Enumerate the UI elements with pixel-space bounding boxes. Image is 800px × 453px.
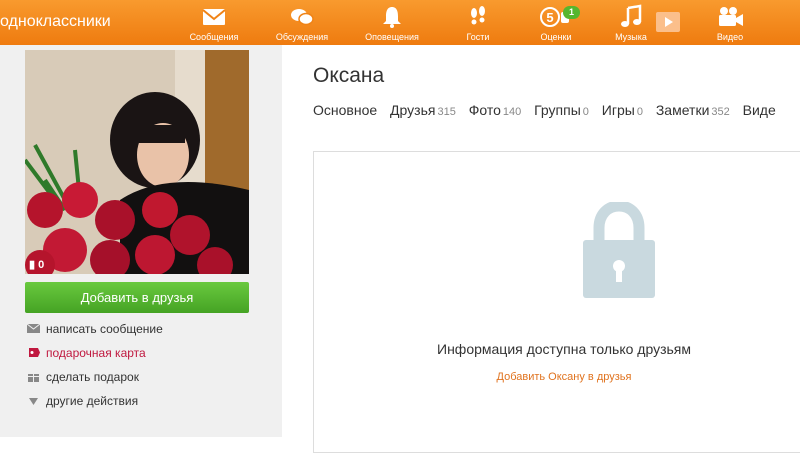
profile-name: Оксана (313, 64, 385, 87)
nav-guests[interactable]: Гости (443, 4, 513, 42)
add-to-friends-link[interactable]: Добавить Оксану в друзья (314, 371, 800, 383)
chat-bubbles-icon (291, 9, 314, 26)
tab-notes-label: Заметки (655, 102, 710, 118)
nav-video-label: Видео (716, 32, 744, 42)
nav-guests-label: Гости (466, 32, 490, 42)
music-note-icon (621, 4, 642, 27)
tab-games[interactable]: Игры 0 (602, 102, 643, 118)
profile-photo-image (25, 50, 249, 274)
make-gift-link[interactable]: сделать подарок (27, 369, 139, 385)
tab-groups[interactable]: Группы 0 (534, 102, 589, 118)
tab-notes-count: 352 (711, 106, 730, 118)
tab-friends-count: 315 (437, 106, 456, 118)
tab-video[interactable]: Виде (743, 102, 776, 118)
write-message-link[interactable]: написать сообщение (27, 321, 163, 337)
video-camera-icon (719, 7, 743, 26)
ratings-badge: 1 (563, 6, 581, 19)
gift-icon (28, 374, 39, 382)
profile-tabs: Основное Друзья 315 Фото 140 Группы 0 Игры 0… (313, 102, 785, 118)
envelope-icon (27, 323, 40, 333)
other-actions-label: другие действия (46, 394, 139, 408)
tab-photos-count: 140 (502, 106, 522, 118)
tab-main[interactable]: Основное (313, 102, 377, 118)
bell-icon (383, 7, 401, 28)
lock-icon (583, 202, 655, 298)
make-gift-label: сделать подарок (46, 370, 139, 384)
svg-text:5: 5 (546, 10, 553, 25)
tab-video-label: Виде (742, 102, 776, 118)
tab-photos[interactable]: Фото 140 (469, 102, 522, 118)
tab-photos-label: Фото (468, 102, 501, 118)
envelope-icon (202, 9, 226, 25)
gift-card-label: подарочная карта (46, 346, 146, 360)
nav-video[interactable]: Видео (695, 4, 765, 42)
nav-discussions[interactable]: Обсуждения (267, 4, 337, 42)
gift-card-link[interactable]: подарочная карта (27, 345, 146, 361)
tab-games-count: 0 (636, 106, 643, 118)
restricted-content-panel: Информация доступна только друзьям Добав… (313, 151, 800, 453)
photo-comment-number: 0 (38, 259, 45, 271)
tab-friends-label: Друзья (390, 102, 436, 118)
tab-notes[interactable]: Заметки 352 (656, 102, 730, 118)
nav-discussions-label: Обсуждения (275, 32, 329, 42)
site-logo[interactable]: одноклассники (0, 13, 111, 31)
nav-messages-label: Сообщения (189, 32, 239, 42)
add-friend-button[interactable]: Добавить в друзья (25, 282, 249, 313)
comment-icon: ▮ (29, 259, 36, 271)
triangle-down-icon (29, 398, 38, 405)
footprints-icon (471, 6, 485, 25)
tab-games-label: Игры (601, 102, 635, 118)
tab-main-label: Основное (313, 102, 378, 118)
tab-groups-count: 0 (582, 106, 589, 118)
profile-photo[interactable]: ▮ 0 (25, 50, 249, 274)
nav-ratings-label: Оценки (540, 32, 572, 42)
tab-friends[interactable]: Друзья 315 (390, 102, 456, 118)
gift-card-icon (29, 348, 40, 357)
other-actions-link[interactable]: другие действия (27, 393, 138, 409)
tab-groups-label: Группы (534, 102, 581, 118)
top-navigation-bar: одноклассники Сообщения Обсуждения Опове… (0, 0, 800, 45)
nav-notifications[interactable]: Оповещения (357, 4, 427, 42)
nav-ratings[interactable]: 5 1 Оценки (521, 4, 591, 42)
nav-music-label: Музыка (615, 32, 647, 42)
write-message-label: написать сообщение (46, 322, 163, 336)
music-play-button[interactable] (656, 12, 680, 32)
restricted-message: Информация доступна только друзьям (437, 341, 691, 357)
nav-notifications-label: Оповещения (365, 32, 419, 42)
nav-messages[interactable]: Сообщения (179, 4, 249, 42)
photo-comment-count[interactable]: ▮ 0 (29, 258, 44, 271)
